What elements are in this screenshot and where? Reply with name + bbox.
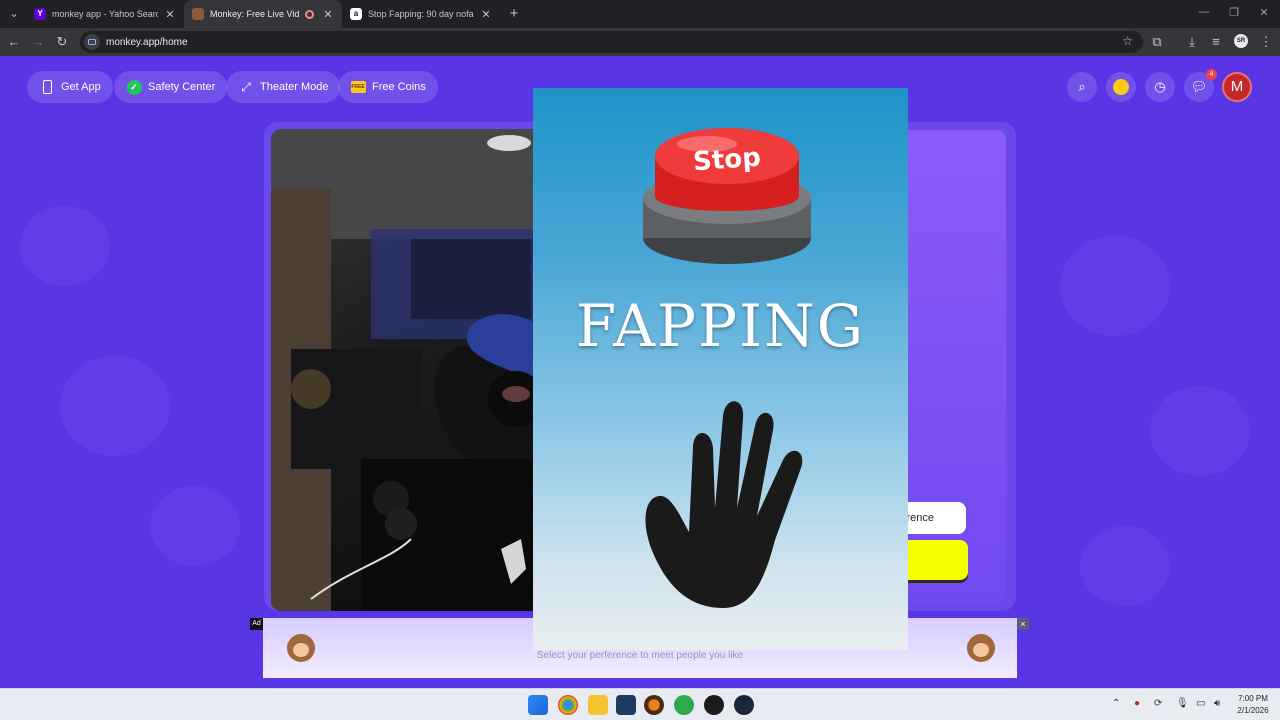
background-monkey-shape xyxy=(1150,386,1250,476)
amazon-icon: a xyxy=(350,8,362,20)
extensions-icon[interactable]: ⧉ xyxy=(1147,32,1167,52)
tab-monkey[interactable]: Monkey: Free Live Video Ch ✕ xyxy=(184,0,342,28)
search-icon: ⌕ xyxy=(1078,79,1086,94)
ad-label: Ad xyxy=(250,618,263,630)
safety-center-label: Safety Center xyxy=(148,81,216,93)
background-monkey-shape xyxy=(150,486,240,566)
reload-icon[interactable]: ↻ xyxy=(52,32,72,52)
close-window-icon[interactable]: ✕ xyxy=(1254,6,1274,19)
clock-time: 7:00 PM xyxy=(1238,694,1268,703)
restore-icon[interactable]: ❐ xyxy=(1224,6,1244,19)
ad-close-icon[interactable]: × xyxy=(1017,618,1029,630)
safety-center-button[interactable]: ✓ Safety Center xyxy=(114,71,228,103)
url-text: monkey.app/home xyxy=(106,36,188,48)
media-controls-icon[interactable]: ≡ xyxy=(1206,32,1226,52)
shield-check-icon: ✓ xyxy=(126,79,142,95)
stop-fapping-overlay-image: Stop FAPPING xyxy=(533,88,908,650)
steam-icon[interactable] xyxy=(734,695,754,715)
tab-title: Stop Fapping: 90 day nofap ch xyxy=(368,9,474,19)
tab-stop-fapping[interactable]: a Stop Fapping: 90 day nofap ch ✕ xyxy=(342,0,500,28)
search-button[interactable]: ⌕ xyxy=(1067,72,1097,102)
expand-icon: ⤢ xyxy=(241,79,251,94)
tab-search-chevron-icon[interactable]: ⌄ xyxy=(4,4,24,24)
history-button[interactable]: ◷ xyxy=(1145,72,1175,102)
obs-icon[interactable] xyxy=(704,695,724,715)
chat-bubble-icon: 💬︎ xyxy=(1190,79,1208,94)
phone-icon xyxy=(39,79,55,95)
browser-toolbar: ← → ↻ monkey.app/home ☆ ⧉ ⤓ ≡ SR ⋮ xyxy=(0,28,1280,56)
utorrent-icon[interactable] xyxy=(674,695,694,715)
background-monkey-shape xyxy=(1080,526,1170,606)
premium-button[interactable] xyxy=(1106,72,1136,102)
app-k-icon[interactable] xyxy=(616,695,636,715)
app-orange-icon[interactable] xyxy=(644,695,664,715)
microphone-icon[interactable]: 🎙︎ xyxy=(1176,698,1189,709)
profile-icon[interactable]: SR xyxy=(1234,34,1248,48)
tray-app-icon[interactable]: ● xyxy=(1134,698,1140,709)
handprint-icon xyxy=(645,401,803,608)
ad-text: Select your perference to meet people yo… xyxy=(536,650,744,661)
background-monkey-shape xyxy=(20,206,110,286)
tab-title: Monkey: Free Live Video Ch xyxy=(210,9,299,19)
more-menu-icon[interactable]: ⋮ xyxy=(1256,32,1276,52)
theater-mode-label: Theater Mode xyxy=(260,81,329,93)
clock-date: 2/1/2026 xyxy=(1237,706,1269,715)
system-clock[interactable]: 7:00 PM 2/1/2026 xyxy=(1228,693,1278,717)
webcam-scene xyxy=(271,129,541,611)
recording-icon xyxy=(305,9,314,19)
tab-yahoo-search[interactable]: Y monkey app - Yahoo Search Re ✕ xyxy=(26,0,184,28)
minimize-icon[interactable]: — xyxy=(1194,6,1214,18)
chrome-icon[interactable] xyxy=(558,695,578,715)
sync-icon[interactable]: ⟳ xyxy=(1154,698,1162,709)
close-tab-icon[interactable]: ✕ xyxy=(480,8,492,21)
download-icon[interactable]: ⤓ xyxy=(1182,32,1202,52)
back-arrow-icon[interactable]: ← xyxy=(4,32,24,52)
monkey-icon xyxy=(192,8,204,20)
background-monkey-shape xyxy=(60,356,170,456)
tab-title: monkey app - Yahoo Search Re xyxy=(52,9,158,19)
address-bar[interactable]: monkey.app/home ☆ xyxy=(80,31,1143,53)
free-coins-label: Free Coins xyxy=(372,81,426,93)
close-tab-icon[interactable]: ✕ xyxy=(322,8,334,21)
network-icon[interactable]: ▭ xyxy=(1196,698,1205,709)
background-monkey-shape xyxy=(1060,236,1170,336)
forward-arrow-icon[interactable]: → xyxy=(28,32,48,52)
get-app-label: Get App xyxy=(61,81,101,93)
browser-tab-bar: ⌄ Y monkey app - Yahoo Search Re ✕ Monke… xyxy=(0,0,1280,28)
avatar[interactable]: M xyxy=(1222,72,1252,102)
close-tab-icon[interactable]: ✕ xyxy=(164,8,176,21)
message-count-badge: 4 xyxy=(1206,69,1217,80)
windows-start-icon[interactable] xyxy=(528,695,548,715)
bookmark-star-icon[interactable]: ☆ xyxy=(1122,34,1133,48)
monkey-icon xyxy=(967,634,995,662)
coins-icon: FREE xyxy=(350,79,366,95)
get-app-button[interactable]: Get App xyxy=(27,71,113,103)
crown-monkey-icon xyxy=(1113,79,1129,95)
file-explorer-icon[interactable] xyxy=(588,695,608,715)
messages-button[interactable]: 💬︎ 4 xyxy=(1184,69,1217,102)
theater-mode-button[interactable]: ⤢ Theater Mode xyxy=(226,71,341,103)
webcam-feed xyxy=(271,129,541,611)
volume-icon[interactable]: 🔊︎ xyxy=(1214,698,1220,709)
windows-taskbar: ⌃ ● ⟳ 🎙︎ ▭ 🔊︎ 7:00 PM 2/1/2026 xyxy=(0,688,1280,720)
tray-chevron-icon[interactable]: ⌃ xyxy=(1112,698,1120,709)
free-coins-button[interactable]: FREE Free Coins xyxy=(338,71,438,103)
site-info-icon[interactable] xyxy=(84,34,100,50)
new-tab-plus-icon[interactable]: + xyxy=(504,4,524,24)
clock-icon: ◷ xyxy=(1154,79,1166,94)
yahoo-icon: Y xyxy=(34,8,46,20)
